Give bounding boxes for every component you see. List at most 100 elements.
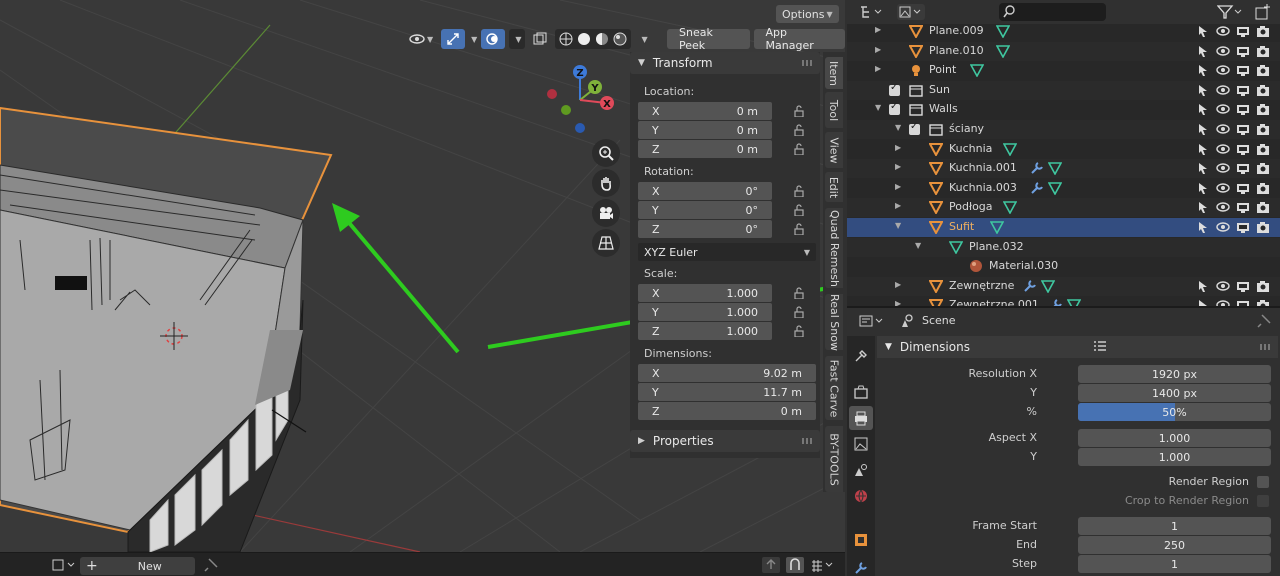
collapse-arrow-icon[interactable]: ▼	[895, 221, 901, 230]
scale-y-field[interactable]: Y 1.000	[638, 303, 772, 321]
eye-icon[interactable]	[1216, 182, 1230, 195]
sidebar-tab-0[interactable]: Item	[825, 57, 843, 89]
tab-output[interactable]	[849, 406, 873, 430]
camera-icon[interactable]	[1256, 103, 1270, 116]
shading-dropdown[interactable]: ▼	[635, 29, 651, 49]
resolution-percent-slider[interactable]: 50%	[1078, 403, 1271, 421]
exclude-checkbox[interactable]	[909, 121, 920, 135]
wrench-icon[interactable]	[1023, 279, 1037, 293]
outliner-row[interactable]: Sun	[847, 80, 1280, 100]
monitor-icon[interactable]	[1236, 182, 1250, 195]
gizmo-neg-z[interactable]	[575, 123, 585, 133]
eye-icon[interactable]	[1216, 25, 1230, 38]
monitor-icon[interactable]	[1236, 162, 1250, 175]
camera-icon[interactable]	[1256, 182, 1270, 195]
dimensions-panel-header[interactable]: ▼ Dimensions	[877, 336, 1278, 358]
gizmo-toggle[interactable]	[441, 29, 466, 49]
eye-icon[interactable]	[1216, 84, 1230, 97]
outliner-row[interactable]: ▼ Sufit	[847, 218, 1280, 237]
outliner-search-input[interactable]	[999, 3, 1106, 21]
camera-icon[interactable]	[1256, 64, 1270, 77]
lock-icon[interactable]	[793, 185, 805, 197]
eye-icon[interactable]	[1216, 123, 1230, 136]
select-arrow-icon[interactable]	[1197, 25, 1209, 38]
frame-step-field[interactable]: 1	[1078, 555, 1271, 573]
location-x-field[interactable]: X 0 m	[638, 102, 772, 120]
eye-icon[interactable]	[1216, 45, 1230, 58]
select-arrow-icon[interactable]	[1197, 123, 1209, 136]
app-manager-button[interactable]: App Manager	[753, 26, 845, 52]
mesh-data-icon[interactable]	[990, 220, 1004, 234]
monitor-icon[interactable]	[1236, 299, 1250, 306]
visibility-dropdown[interactable]: ▼	[405, 29, 437, 49]
tab-render[interactable]	[849, 380, 873, 404]
lock-icon[interactable]	[793, 105, 805, 117]
lock-icon[interactable]	[793, 204, 805, 216]
rotation-y-field[interactable]: Y 0°	[638, 201, 772, 219]
camera-icon[interactable]	[1256, 201, 1270, 214]
dimensions-y-field[interactable]: Y 11.7 m	[638, 383, 816, 401]
collapse-arrow-icon[interactable]: ▼	[875, 103, 881, 112]
pin-icon[interactable]	[1257, 314, 1271, 331]
camera-button[interactable]	[592, 199, 620, 227]
eye-icon[interactable]	[1216, 221, 1230, 234]
overlay-toggle[interactable]	[481, 29, 506, 49]
outliner-row[interactable]: ▶ Zewnętrzne	[847, 276, 1280, 296]
eye-icon[interactable]	[1216, 103, 1230, 116]
expand-arrow-icon[interactable]: ▶	[895, 201, 901, 210]
xray-toggle[interactable]	[529, 29, 551, 49]
snap-icon[interactable]	[786, 557, 804, 573]
dimensions-x-field[interactable]: X 9.02 m	[638, 364, 816, 382]
light-data-icon[interactable]	[970, 63, 984, 78]
pan-button[interactable]	[592, 169, 620, 197]
sidebar-tab-5[interactable]: Real Snow	[825, 294, 843, 350]
outliner-row[interactable]: ▼ Walls	[847, 100, 1280, 119]
scale-x-field[interactable]: X 1.000	[638, 284, 772, 302]
select-arrow-icon[interactable]	[1197, 45, 1209, 58]
transform-panel-header[interactable]: ▼ Transform	[630, 52, 820, 74]
exclude-checkbox[interactable]	[889, 101, 900, 116]
sidebar-tab-6[interactable]: Fast Carve	[825, 356, 843, 420]
wrench-icon[interactable]	[1030, 181, 1044, 195]
select-arrow-icon[interactable]	[1197, 64, 1209, 77]
sidebar-tab-2[interactable]: View	[825, 132, 843, 168]
mesh-data-icon[interactable]	[996, 24, 1011, 38]
zoom-button[interactable]	[592, 139, 620, 167]
expand-arrow-icon[interactable]: ▶	[895, 182, 901, 191]
shading-modes[interactable]	[555, 29, 632, 49]
monitor-icon[interactable]	[1236, 64, 1250, 77]
lock-icon[interactable]	[793, 306, 805, 318]
lock-icon[interactable]	[793, 124, 805, 136]
wrench-icon[interactable]	[1030, 161, 1044, 175]
camera-icon[interactable]	[1256, 143, 1270, 156]
expand-arrow-icon[interactable]: ▶	[895, 162, 901, 171]
collapse-arrow-icon[interactable]: ▼	[915, 241, 921, 250]
upload-icon[interactable]	[762, 557, 780, 573]
eye-icon[interactable]	[1216, 201, 1230, 214]
resolution-x-field[interactable]: 1920 px	[1078, 365, 1271, 383]
mesh-data-icon[interactable]	[1047, 161, 1062, 176]
pin-icon[interactable]	[204, 558, 218, 575]
wireframe-shading-icon[interactable]	[559, 32, 573, 46]
select-arrow-icon[interactable]	[1197, 201, 1209, 214]
monitor-icon[interactable]	[1236, 201, 1250, 214]
lock-icon[interactable]	[793, 287, 805, 299]
new-button[interactable]: + New	[80, 557, 195, 575]
monitor-icon[interactable]	[1236, 84, 1250, 97]
rendered-shading-icon[interactable]	[613, 32, 627, 46]
sidebar-tab-7[interactable]: BY-TOOLS	[825, 426, 843, 492]
presets-list-icon[interactable]	[1093, 340, 1107, 355]
snap-target-dropdown[interactable]	[810, 558, 836, 575]
filter-view-dropdown[interactable]	[897, 4, 925, 20]
mesh-data-icon[interactable]	[996, 44, 1011, 58]
options-dropdown[interactable]: Options ▼	[776, 5, 839, 23]
location-z-field[interactable]: Z 0 m	[638, 140, 772, 158]
tab-view-layer[interactable]	[849, 432, 873, 456]
gizmo-neg-x[interactable]	[547, 89, 557, 99]
outliner-row[interactable]: ▶ Plane.009	[847, 22, 1280, 41]
tab-object[interactable]	[849, 528, 873, 552]
solid-shading-icon[interactable]	[577, 32, 591, 46]
select-arrow-icon[interactable]	[1197, 280, 1209, 293]
monitor-icon[interactable]	[1236, 123, 1250, 136]
aspect-x-field[interactable]: 1.000	[1078, 429, 1271, 447]
